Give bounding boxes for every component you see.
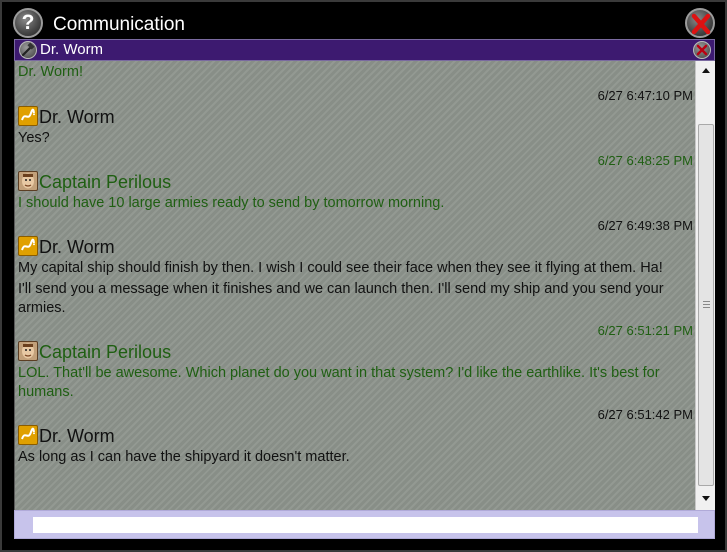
message-text: My capital ship should finish by then. I… (18, 260, 663, 276)
chevron-down-icon (702, 496, 710, 501)
message-sender: Dr. Worm (15, 105, 695, 129)
conversation-tab[interactable]: Dr. Worm (14, 39, 715, 61)
close-icon (691, 13, 711, 35)
message-input[interactable] (33, 517, 698, 533)
help-icon: ? (21, 11, 35, 34)
sender-name: Dr. Worm (39, 237, 115, 257)
scroll-thumb[interactable] (698, 124, 714, 486)
sender-name: Captain Perilous (39, 342, 172, 362)
sender-name: Captain Perilous (39, 172, 172, 192)
hammer-icon (19, 41, 37, 59)
help-button[interactable]: ? (13, 8, 43, 38)
close-window-button[interactable] (685, 8, 715, 38)
message-entry: 6/27 6:47:10 PM Dr. Worm Yes? (15, 87, 695, 148)
message-timestamp: 6/27 6:51:42 PM (597, 407, 693, 422)
message-text: Yes? (18, 130, 50, 146)
message-entry: 6/27 6:51:42 PM Dr. Worm As long as I ca… (15, 406, 695, 467)
close-conversation-button[interactable] (693, 41, 711, 59)
window-title: Communication (53, 14, 185, 35)
title-bar: ? Communication (2, 2, 725, 40)
sender-name: Dr. Worm (39, 426, 115, 446)
conversation-tab-label: Dr. Worm (40, 41, 104, 58)
scroll-up-button[interactable] (697, 62, 715, 79)
compose-area (14, 510, 715, 539)
worm-avatar-icon (18, 236, 38, 256)
message-text: Dr. Worm! (18, 64, 83, 80)
captain-avatar-icon (18, 341, 38, 361)
captain-avatar-icon (18, 171, 38, 191)
message-entry: 6/27 6:51:21 PM Captain Perilous LOL. Th… (15, 322, 695, 402)
message-text: I'll send you a message when it finishes… (18, 281, 664, 316)
close-icon (696, 44, 708, 56)
worm-avatar-icon (18, 425, 38, 445)
message-text: I should have 10 large armies ready to s… (18, 195, 445, 211)
message-timestamp: 6/27 6:49:38 PM (597, 218, 693, 233)
sender-name: Dr. Worm (39, 107, 115, 127)
message-sender: Dr. Worm (15, 235, 695, 259)
message-timestamp: 6/27 6:48:25 PM (597, 153, 693, 168)
scroll-down-button[interactable] (697, 490, 715, 507)
message-scrollbar[interactable] (695, 61, 715, 510)
message-text: LOL. That'll be awesome. Which planet do… (18, 365, 660, 400)
message-sender: Captain Perilous (15, 340, 695, 364)
message-sender: Dr. Worm (15, 424, 695, 448)
message-list: Dr. Worm! 6/27 6:47:10 PM Dr. Worm Yes? … (15, 61, 695, 469)
message-entry: 6/27 6:48:25 PM Captain Perilous I shoul… (15, 152, 695, 213)
worm-avatar-icon (18, 106, 38, 126)
message-entry: 6/27 6:49:38 PM Dr. Worm My capital ship… (15, 217, 695, 318)
message-timestamp: 6/27 6:51:21 PM (597, 323, 693, 338)
message-text: As long as I can have the shipyard it do… (18, 449, 350, 465)
message-timestamp: 6/27 6:47:10 PM (597, 88, 693, 103)
message-sender: Captain Perilous (15, 170, 695, 194)
message-history: Dr. Worm! 6/27 6:47:10 PM Dr. Worm Yes? … (14, 61, 695, 510)
communication-window: ? Communication Dr. Worm Dr. Worm! 6/27 … (0, 0, 727, 552)
chevron-up-icon (702, 68, 710, 73)
